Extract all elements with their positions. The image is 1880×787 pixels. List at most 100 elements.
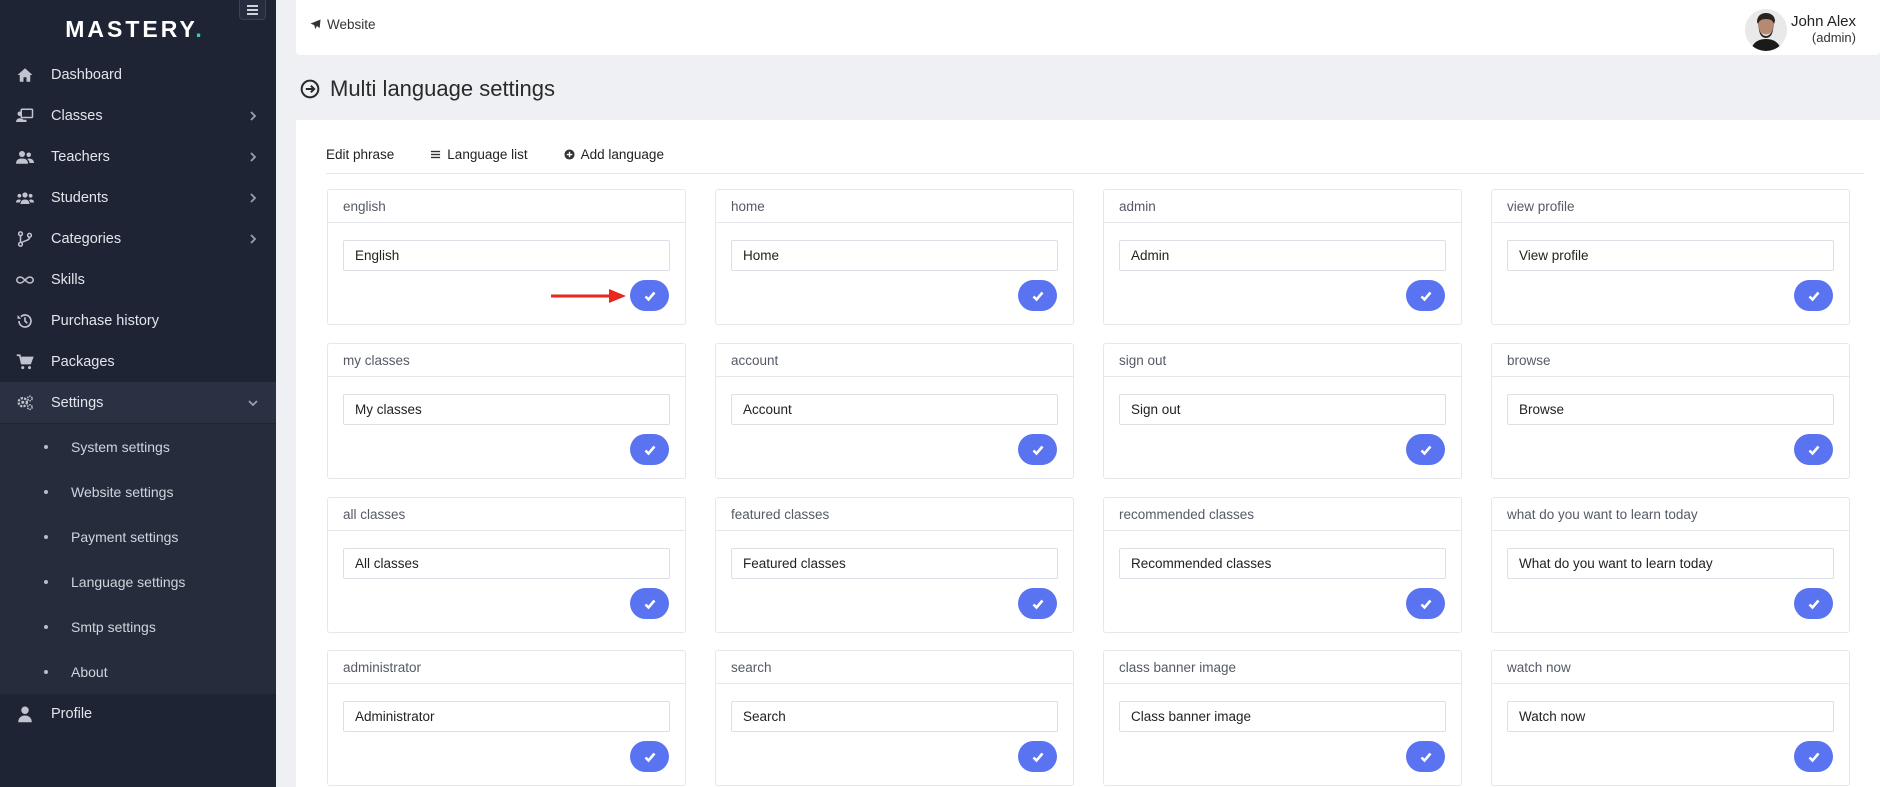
logo[interactable]: MASTERY. — [0, 16, 270, 43]
phrase-translation-input[interactable] — [1119, 548, 1446, 579]
submenu-item-language-settings[interactable]: Language settings — [0, 559, 276, 604]
phrase-translation-input[interactable] — [1507, 548, 1834, 579]
phrase-key: featured classes — [716, 498, 1073, 531]
phrase-translation-input[interactable] — [731, 701, 1058, 732]
phrase-translation-input[interactable] — [731, 548, 1058, 579]
phrase-key: admin — [1104, 190, 1461, 223]
sidebar-item-profile[interactable]: Profile — [0, 693, 276, 734]
save-phrase-button[interactable] — [1018, 588, 1057, 619]
phrase-card: featured classes — [715, 497, 1074, 633]
save-phrase-button[interactable] — [1794, 741, 1833, 772]
phrase-translation-input[interactable] — [343, 394, 670, 425]
check-icon — [1420, 752, 1431, 762]
sidebar-item-label: Teachers — [51, 148, 110, 165]
save-phrase-button[interactable] — [1406, 741, 1445, 772]
phrase-translation-input[interactable] — [343, 240, 670, 271]
phrase-translation-input[interactable] — [1119, 240, 1446, 271]
sidebar-item-label: Classes — [51, 107, 103, 124]
phrase-card: sign out — [1103, 343, 1462, 479]
sidebar-item-students[interactable]: Students — [0, 177, 276, 218]
submenu-item-about[interactable]: About — [0, 649, 276, 694]
home-icon — [14, 66, 36, 84]
phrase-translation-input[interactable] — [1119, 394, 1446, 425]
user-icon — [14, 705, 36, 723]
tab-edit-phrase[interactable]: Edit phrase — [326, 147, 394, 162]
phrase-card: my classes — [327, 343, 686, 479]
check-icon — [644, 752, 655, 762]
save-phrase-button[interactable] — [1794, 280, 1833, 311]
phrase-translation-input[interactable] — [1119, 701, 1446, 732]
phrase-key: all classes — [328, 498, 685, 531]
submenu-item-label: Website settings — [71, 483, 174, 500]
save-phrase-button[interactable] — [1018, 741, 1057, 772]
sidebar-item-classes[interactable]: Classes — [0, 95, 276, 136]
phrase-translation-input[interactable] — [343, 701, 670, 732]
phrase-translation-input[interactable] — [343, 548, 670, 579]
save-phrase-button[interactable] — [1018, 280, 1057, 311]
check-icon — [644, 599, 655, 609]
user-name: John Alex — [1790, 13, 1856, 30]
plus-circle-icon — [564, 149, 575, 160]
submenu-item-payment-settings[interactable]: Payment settings — [0, 514, 276, 559]
phrase-translation-input[interactable] — [1507, 701, 1834, 732]
page-title: Multi language settings — [300, 76, 555, 102]
save-phrase-button[interactable] — [630, 741, 669, 772]
save-phrase-button[interactable] — [1794, 434, 1833, 465]
save-phrase-button[interactable] — [1406, 434, 1445, 465]
save-phrase-button[interactable] — [1406, 588, 1445, 619]
save-phrase-button[interactable] — [1018, 434, 1057, 465]
sidebar-item-settings[interactable]: Settings — [0, 382, 276, 423]
submenu-item-system-settings[interactable]: System settings — [0, 424, 276, 469]
save-phrase-button[interactable] — [630, 434, 669, 465]
sidebar-item-label: Skills — [51, 271, 85, 288]
phrase-card: admin — [1103, 189, 1462, 325]
top-bar: Website John Alex (admin) — [296, 0, 1880, 55]
sidebar-item-label: Purchase history — [51, 312, 159, 329]
save-phrase-button[interactable] — [630, 280, 669, 311]
sidebar-item-teachers[interactable]: Teachers — [0, 136, 276, 177]
sidebar-item-purchase-history[interactable]: Purchase history — [0, 300, 276, 341]
avatar — [1744, 9, 1787, 51]
phrase-key: watch now — [1492, 651, 1849, 684]
logo-text: MASTERY — [65, 16, 196, 42]
submenu-item-label: About — [71, 663, 108, 680]
phrase-translation-input[interactable] — [731, 394, 1058, 425]
submenu-item-website-settings[interactable]: Website settings — [0, 469, 276, 514]
sidebar-item-label: Settings — [51, 394, 104, 411]
phrase-key: browse — [1492, 344, 1849, 377]
chevron-right-icon — [248, 232, 258, 244]
save-phrase-button[interactable] — [1794, 588, 1833, 619]
cart-icon — [14, 353, 36, 371]
tabs-divider — [326, 173, 1864, 174]
arrow-circle-right-icon — [300, 79, 320, 99]
chevron-down-icon — [248, 396, 258, 407]
sidebar-toggle-button[interactable] — [239, 0, 266, 20]
check-icon — [1808, 752, 1819, 762]
phrase-translation-input[interactable] — [731, 240, 1058, 271]
sidebar-item-dashboard[interactable]: Dashboard — [0, 54, 276, 95]
phrase-card: browse — [1491, 343, 1850, 479]
sidebar-item-categories[interactable]: Categories — [0, 218, 276, 259]
sidebar-item-skills[interactable]: Skills — [0, 259, 276, 300]
user-menu[interactable]: John Alex (admin) — [1744, 9, 1856, 51]
check-icon — [1032, 291, 1043, 301]
sidebar: MASTERY. Dashboard Classes Teachers Stud… — [0, 0, 276, 787]
website-link-label: Website — [327, 17, 376, 32]
submenu-item-smtp-settings[interactable]: Smtp settings — [0, 604, 276, 649]
tab-add-language[interactable]: Add language — [564, 147, 664, 162]
submenu-item-label: System settings — [71, 438, 170, 455]
save-phrase-button[interactable] — [1406, 280, 1445, 311]
phrase-translation-input[interactable] — [1507, 240, 1834, 271]
phrase-card: watch now — [1491, 650, 1850, 786]
submenu-item-label: Payment settings — [71, 528, 179, 545]
phrase-card: recommended classes — [1103, 497, 1462, 633]
phrase-translation-input[interactable] — [1507, 394, 1834, 425]
check-icon — [1032, 445, 1043, 455]
phrase-card: all classes — [327, 497, 686, 633]
tab-language-list[interactable]: Language list — [430, 147, 528, 162]
phrase-card: view profile — [1491, 189, 1850, 325]
website-link[interactable]: Website — [310, 17, 376, 32]
sidebar-item-packages[interactable]: Packages — [0, 341, 276, 382]
save-phrase-button[interactable] — [630, 588, 669, 619]
language-settings-panel: Edit phrase Language list Add language e… — [296, 120, 1880, 787]
